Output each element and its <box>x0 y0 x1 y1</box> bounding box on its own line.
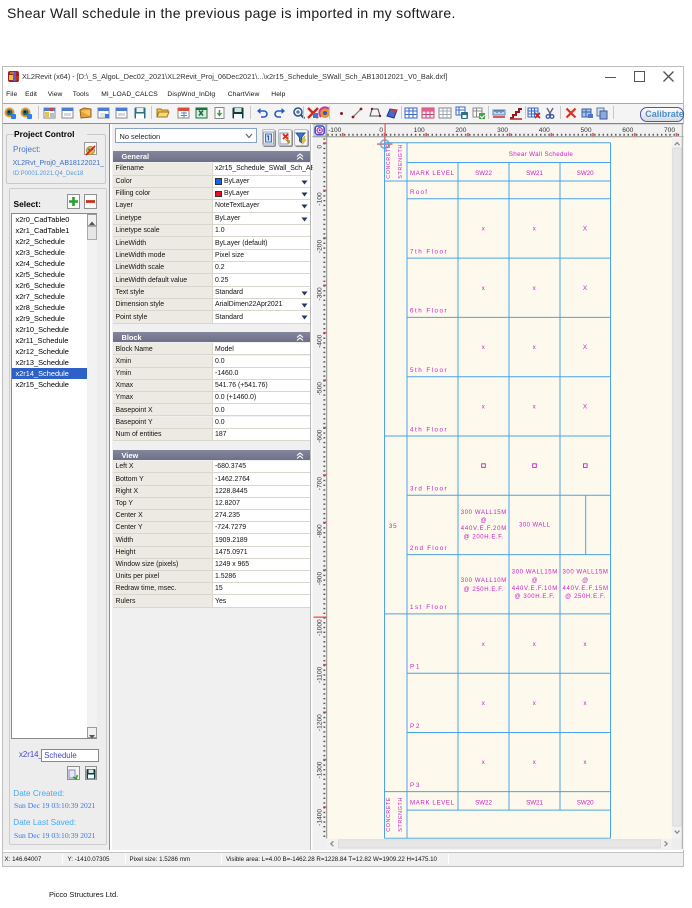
svg-text:@: @ <box>480 518 486 524</box>
svg-text:x: x <box>481 701 485 707</box>
svg-text:x: x <box>532 286 536 292</box>
svg-text:X: X <box>582 226 587 233</box>
svg-text:SW21: SW21 <box>526 800 543 807</box>
svg-text:500: 500 <box>580 127 591 134</box>
svg-text:100: 100 <box>413 127 424 134</box>
svg-text:1st Floor: 1st Floor <box>410 604 447 611</box>
svg-text:x: x <box>583 642 587 648</box>
svg-text:SW22: SW22 <box>475 170 492 177</box>
svg-text:@: @ <box>531 578 537 584</box>
svg-text:-600: -600 <box>316 429 323 443</box>
svg-text:-1400: -1400 <box>316 809 323 826</box>
svg-text:3rd Floor: 3rd Floor <box>410 486 447 493</box>
svg-text:@: @ <box>582 578 588 584</box>
svg-text:-200: -200 <box>316 240 323 254</box>
svg-text:x: x <box>532 642 536 648</box>
svg-text:x: x <box>532 227 536 233</box>
svg-text:x: x <box>532 345 536 351</box>
svg-text:Roof: Roof <box>410 189 427 196</box>
svg-text:6th Floor: 6th Floor <box>410 308 447 315</box>
svg-text:440V.E.F.15M: 440V.E.F.15M <box>562 586 608 592</box>
svg-text:-1200: -1200 <box>316 714 323 731</box>
svg-text:-1300: -1300 <box>316 761 323 778</box>
svg-text:2nd Floor: 2nd Floor <box>410 545 447 552</box>
svg-text:x: x <box>583 760 587 766</box>
svg-text:SW20: SW20 <box>576 170 593 177</box>
svg-text:-700: -700 <box>316 477 323 491</box>
svg-text:-1100: -1100 <box>316 666 323 683</box>
svg-text:CONCRETE: CONCRETE <box>386 797 392 831</box>
svg-text:600: 600 <box>622 127 633 134</box>
svg-text:-400: -400 <box>316 334 323 348</box>
svg-text:300 WALL10M: 300 WALL10M <box>460 578 505 584</box>
svg-text:300 WALL15M: 300 WALL15M <box>511 570 556 576</box>
svg-text:x: x <box>481 227 485 233</box>
svg-text:x: x <box>481 760 485 766</box>
svg-text:SW22: SW22 <box>475 800 492 807</box>
svg-text:-300: -300 <box>316 287 323 301</box>
svg-text:SW20: SW20 <box>576 800 593 807</box>
svg-text:X: X <box>582 344 587 351</box>
svg-text:5th Floor: 5th Floor <box>410 367 447 374</box>
svg-text:MARK LEVEL: MARK LEVEL <box>410 800 455 807</box>
svg-text:SW21: SW21 <box>526 170 543 177</box>
svg-text:x: x <box>583 701 587 707</box>
svg-text:4th Floor: 4th Floor <box>410 426 447 433</box>
svg-text:CONCRETE: CONCRETE <box>386 144 392 178</box>
svg-text:200: 200 <box>455 127 466 134</box>
svg-text:X: X <box>582 285 587 292</box>
svg-text:Shear Wall Schedule: Shear Wall Schedule <box>508 151 573 158</box>
svg-text:x: x <box>532 701 536 707</box>
svg-text:300 WALL: 300 WALL <box>519 523 550 529</box>
svg-text:-500: -500 <box>316 382 323 396</box>
svg-text:x: x <box>532 405 536 411</box>
svg-text:X: X <box>582 404 587 411</box>
svg-text:STRENGTH: STRENGTH <box>398 798 404 832</box>
svg-text:@ 300H.E.F.: @ 300H.E.F. <box>514 594 554 600</box>
svg-text:-100: -100 <box>328 127 342 134</box>
svg-text:440V.E.F.10M: 440V.E.F.10M <box>511 586 557 592</box>
svg-text:35: 35 <box>388 523 396 530</box>
svg-text:400: 400 <box>538 127 549 134</box>
svg-text:7th Floor: 7th Floor <box>410 248 447 255</box>
svg-text:-900: -900 <box>316 572 323 586</box>
svg-text:x: x <box>481 286 485 292</box>
svg-text:x: x <box>532 760 536 766</box>
svg-text:-800: -800 <box>316 524 323 538</box>
svg-text:MARK LEVEL: MARK LEVEL <box>410 170 455 177</box>
svg-text:0: 0 <box>379 127 383 134</box>
svg-text:300 WALL15M: 300 WALL15M <box>562 570 607 576</box>
svg-text:STRENGTH: STRENGTH <box>398 145 404 179</box>
svg-text:0: 0 <box>316 145 323 149</box>
svg-text:@ 200H.E.F.: @ 200H.E.F. <box>463 534 503 540</box>
svg-text:@ 250H.E.F.: @ 250H.E.F. <box>565 594 605 600</box>
svg-text:300: 300 <box>497 127 508 134</box>
svg-text:x: x <box>481 642 485 648</box>
svg-text:-1000: -1000 <box>316 619 323 636</box>
svg-text:700: 700 <box>663 127 674 134</box>
svg-text:@ 250H.E.F.: @ 250H.E.F. <box>463 587 503 593</box>
svg-text:-100: -100 <box>316 192 323 206</box>
svg-text:x: x <box>481 405 485 411</box>
svg-text:300 WALL15M: 300 WALL15M <box>460 510 505 516</box>
svg-text:x: x <box>481 345 485 351</box>
svg-text:440V.E.F.20M: 440V.E.F.20M <box>460 526 506 532</box>
